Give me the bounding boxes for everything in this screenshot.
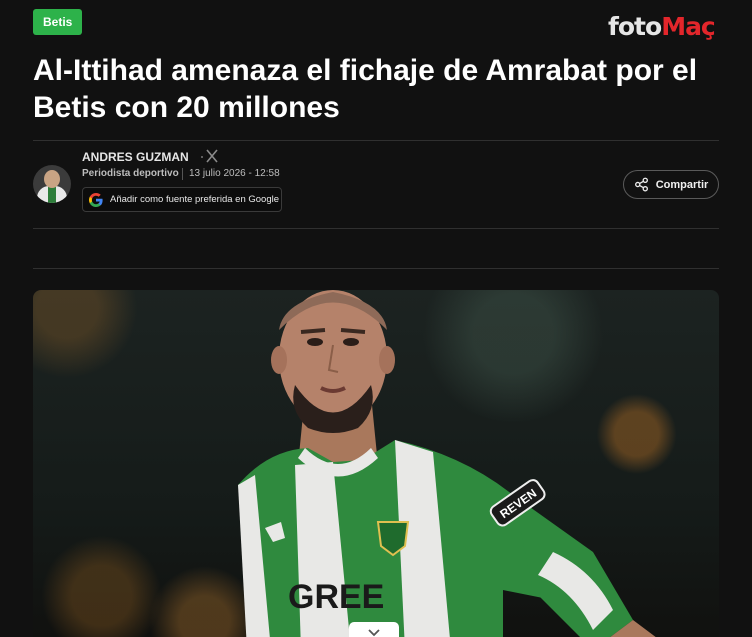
chevron-down-icon	[368, 629, 380, 637]
article-photo[interactable]: REVEN GREE	[33, 290, 719, 637]
publish-date: 13 julio 2026 - 12:58	[189, 168, 280, 179]
x-icon[interactable]	[204, 148, 220, 164]
separator-dot	[201, 156, 203, 158]
share-button[interactable]: Compartir	[623, 170, 719, 199]
share-icon	[634, 177, 648, 192]
scroll-down-button[interactable]	[349, 622, 399, 637]
author-role: Periodista deportivo	[82, 168, 179, 179]
divider	[33, 140, 719, 141]
google-icon	[89, 192, 103, 207]
author-name[interactable]: ANDRES GUZMAN	[82, 150, 189, 164]
player-illustration: REVEN GREE	[238, 290, 656, 637]
jersey-sponsor-text: GREE	[288, 578, 384, 616]
logo-part-2: Maç	[661, 12, 716, 41]
divider	[33, 228, 719, 229]
article-title: Al-Ittihad amenaza el fichaje de Amrabat…	[33, 54, 698, 124]
author-avatar[interactable]	[33, 165, 71, 203]
divider	[33, 268, 719, 269]
logo-part-1: foto	[608, 12, 662, 41]
google-preferred-source-button[interactable]: Añadir como fuente preferida en Google	[82, 187, 282, 212]
meta-separator	[182, 168, 183, 180]
site-logo[interactable]: fotoMaç	[608, 12, 716, 42]
category-tag[interactable]: Betis	[33, 9, 83, 35]
google-button-label: Añadir como fuente preferida en Google	[110, 194, 279, 205]
share-button-label: Compartir	[655, 178, 709, 191]
